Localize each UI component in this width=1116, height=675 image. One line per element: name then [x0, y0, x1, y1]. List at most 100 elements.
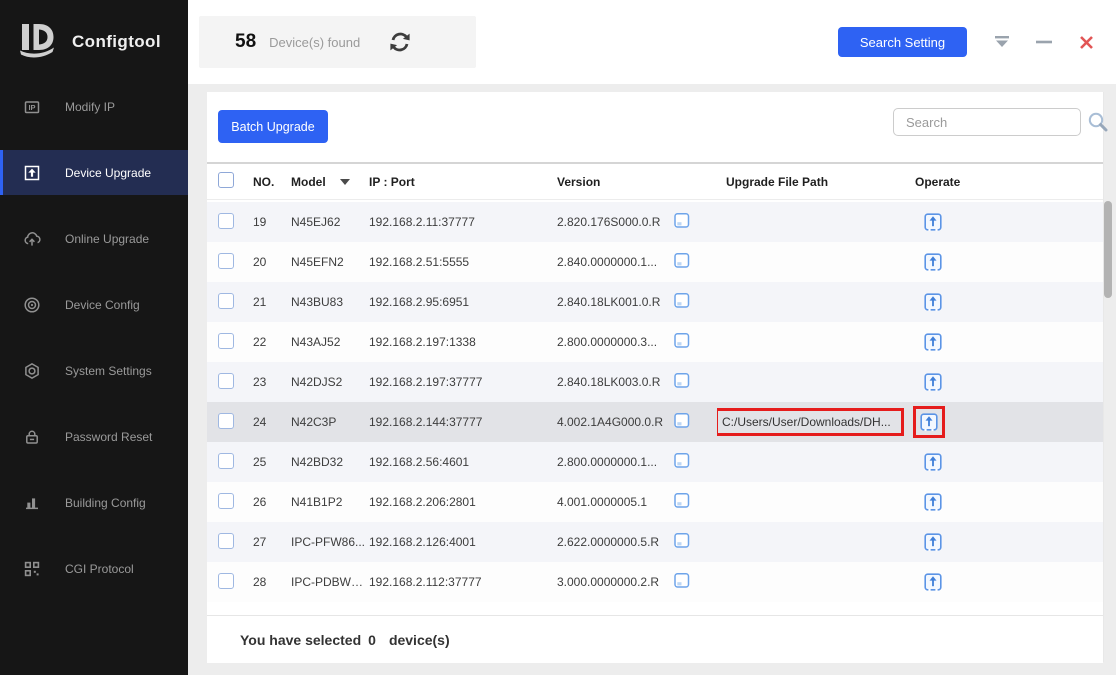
row-version: 2.800.0000000.3...	[557, 335, 667, 349]
sidebar-item-modify-ip[interactable]: IP Modify IP	[0, 84, 188, 129]
table-row[interactable]: 25 N42BD32 192.168.2.56:4601 2.800.00000…	[207, 442, 1103, 482]
column-model[interactable]: Model	[291, 175, 369, 189]
upload-button[interactable]	[921, 250, 945, 274]
upload-button[interactable]	[921, 570, 945, 594]
row-model: N43BU83	[291, 295, 369, 309]
device-upgrade-icon	[23, 164, 41, 182]
row-no: 21	[247, 295, 291, 309]
select-all-checkbox[interactable]	[218, 172, 234, 188]
row-checkbox[interactable]	[218, 333, 234, 349]
table-row[interactable]: 24 N42C3P 192.168.2.144:37777 4.002.1A4G…	[207, 402, 1103, 442]
sidebar-item-label: Device Config	[65, 298, 140, 312]
sidebar-item-password-reset[interactable]: Password Reset	[0, 414, 188, 459]
vertical-scrollbar-thumb[interactable]	[1104, 201, 1112, 298]
table-row[interactable]: 23 N42DJS2 192.168.2.197:37777 2.840.18L…	[207, 362, 1103, 402]
search-icon[interactable]	[1087, 111, 1109, 133]
upload-icon	[924, 373, 942, 391]
close-icon[interactable]	[1077, 33, 1095, 51]
device-count-label: Device(s) found	[269, 35, 360, 50]
browse-file-icon[interactable]	[673, 452, 691, 469]
browse-file-icon[interactable]	[673, 372, 691, 389]
row-checkbox[interactable]	[218, 373, 234, 389]
row-version: 3.000.0000000.2.R	[557, 575, 667, 589]
collapse-icon[interactable]	[993, 33, 1011, 51]
row-version: 4.002.1A4G000.0.R	[557, 415, 667, 429]
upload-icon	[924, 253, 942, 271]
row-checkbox[interactable]	[218, 253, 234, 269]
row-model: IPC-PFW86...	[291, 535, 369, 549]
column-model-label: Model	[291, 175, 326, 189]
table-row[interactable]: 21 N43BU83 192.168.2.95:6951 2.840.18LK0…	[207, 282, 1103, 322]
building-icon	[23, 494, 41, 512]
row-ip-port: 192.168.2.197:1338	[369, 335, 557, 349]
row-model: N42C3P	[291, 415, 369, 429]
table-row[interactable]: 19 N45EJ62 192.168.2.11:37777 2.820.176S…	[207, 202, 1103, 242]
sidebar-item-device-config[interactable]: Device Config	[0, 282, 188, 327]
upload-button[interactable]	[921, 330, 945, 354]
browse-file-icon[interactable]	[673, 332, 691, 349]
row-model: N45EJ62	[291, 215, 369, 229]
sidebar-item-cgi-protocol[interactable]: CGI Protocol	[0, 546, 188, 591]
row-checkbox[interactable]	[218, 493, 234, 509]
sidebar-item-building-config[interactable]: Building Config	[0, 480, 188, 525]
browse-file-icon[interactable]	[673, 572, 691, 589]
app-name: Configtool	[72, 32, 161, 52]
row-checkbox[interactable]	[218, 573, 234, 589]
table-row[interactable]: 26 N41B1P2 192.168.2.206:2801 4.001.0000…	[207, 482, 1103, 522]
sidebar-item-device-upgrade[interactable]: Device Upgrade	[0, 150, 188, 195]
browse-file-icon[interactable]	[673, 292, 691, 309]
column-upgrade-file-path[interactable]: Upgrade File Path	[717, 175, 907, 189]
row-no: 19	[247, 215, 291, 229]
sidebar-item-system-settings[interactable]: System Settings	[0, 348, 188, 393]
selected-count: 0	[368, 632, 376, 648]
column-version[interactable]: Version	[557, 175, 667, 189]
browse-file-icon[interactable]	[673, 532, 691, 549]
table-row[interactable]: 27 IPC-PFW86... 192.168.2.126:4001 2.622…	[207, 522, 1103, 562]
sidebar-item-online-upgrade[interactable]: Online Upgrade	[0, 216, 188, 261]
upload-button[interactable]	[913, 406, 945, 438]
row-version: 4.001.0000005.1	[557, 495, 667, 509]
table-row[interactable]: 20 N45EFN2 192.168.2.51:5555 2.840.00000…	[207, 242, 1103, 282]
upload-button[interactable]	[921, 530, 945, 554]
refresh-icon[interactable]	[388, 30, 412, 54]
row-checkbox[interactable]	[218, 213, 234, 229]
row-no: 28	[247, 575, 291, 589]
table-footer: You have selected 0 device(s)	[207, 615, 1103, 663]
upload-button[interactable]	[921, 210, 945, 234]
row-no: 26	[247, 495, 291, 509]
device-table-card: Batch Upgrade NO. Model IP : Port Versio…	[207, 92, 1104, 662]
upload-button[interactable]	[921, 450, 945, 474]
row-version: 2.800.0000000.1...	[557, 455, 667, 469]
minimize-icon[interactable]	[1035, 33, 1053, 51]
upload-icon	[924, 293, 942, 311]
table-row[interactable]: 28 IPC-PDBW8... 192.168.2.112:37777 3.00…	[207, 562, 1103, 602]
browse-file-icon[interactable]	[673, 252, 691, 269]
sidebar-item-label: Password Reset	[65, 430, 152, 444]
upload-button[interactable]	[921, 370, 945, 394]
row-version: 2.622.0000000.5.R	[557, 535, 667, 549]
row-checkbox[interactable]	[218, 453, 234, 469]
row-checkbox[interactable]	[218, 293, 234, 309]
row-model: N42BD32	[291, 455, 369, 469]
upload-button[interactable]	[921, 490, 945, 514]
row-ip-port: 192.168.2.56:4601	[369, 455, 557, 469]
column-operate[interactable]: Operate	[907, 175, 1103, 189]
search-setting-button[interactable]: Search Setting	[838, 27, 967, 57]
row-ip-port: 192.168.2.144:37777	[369, 415, 557, 429]
table-row[interactable]: 22 N43AJ52 192.168.2.197:1338 2.800.0000…	[207, 322, 1103, 362]
browse-file-icon[interactable]	[673, 492, 691, 509]
row-checkbox[interactable]	[218, 413, 234, 429]
column-no[interactable]: NO.	[247, 175, 291, 189]
browse-file-icon[interactable]	[673, 412, 691, 429]
column-ip-port[interactable]: IP : Port	[369, 175, 557, 189]
search-input[interactable]	[893, 108, 1081, 136]
sort-caret-icon[interactable]	[340, 179, 350, 185]
sidebar-item-label: CGI Protocol	[65, 562, 134, 576]
row-checkbox[interactable]	[218, 533, 234, 549]
table-body: 19 N45EJ62 192.168.2.11:37777 2.820.176S…	[207, 202, 1103, 602]
browse-file-icon[interactable]	[673, 212, 691, 229]
sidebar-item-label: System Settings	[65, 364, 152, 378]
batch-upgrade-button[interactable]: Batch Upgrade	[218, 110, 328, 143]
window-controls	[993, 33, 1095, 51]
upload-button[interactable]	[921, 290, 945, 314]
